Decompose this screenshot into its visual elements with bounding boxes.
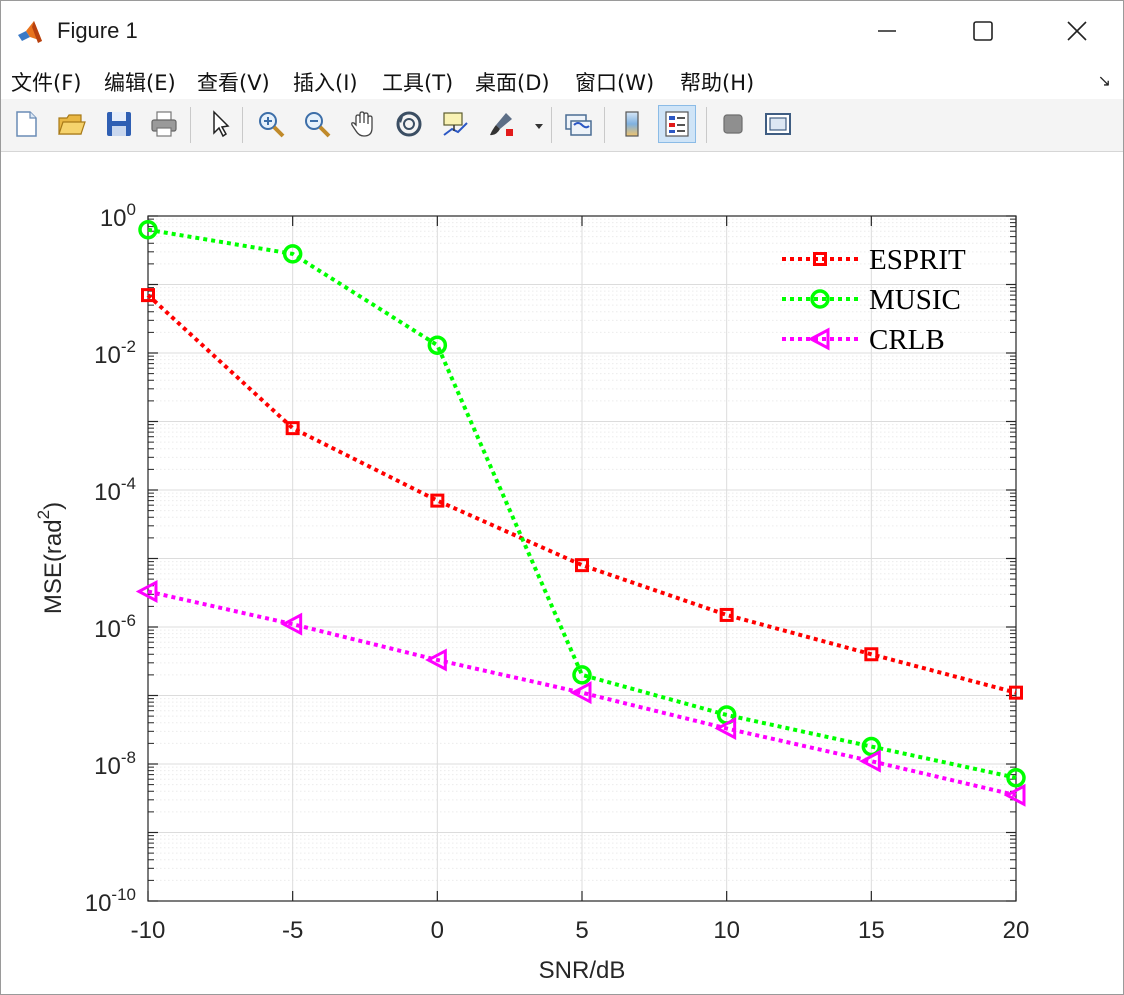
- menu-insert[interactable]: 插入(I): [293, 67, 358, 97]
- pan-button[interactable]: [344, 105, 382, 143]
- x-tick-labels: -10 -5 0 5 10 15 20: [131, 917, 1030, 944]
- x-tick-label: 10: [713, 917, 740, 944]
- menu-file[interactable]: 文件(F): [11, 67, 81, 97]
- legend-label-crlb: CRLB: [869, 324, 945, 356]
- matlab-logo-icon: [16, 19, 44, 45]
- menu-edit[interactable]: 编辑(E): [104, 67, 176, 97]
- legend-icon: [665, 111, 689, 137]
- menu-desktop[interactable]: 桌面(D): [475, 67, 550, 97]
- dock-arrow-icon[interactable]: ↘: [1098, 71, 1111, 91]
- close-button[interactable]: [1031, 1, 1123, 61]
- zoom-in-icon: [259, 112, 285, 138]
- open-icon: [58, 114, 86, 135]
- y-tick-label: 10-4: [94, 474, 136, 506]
- y-tick-label: 10-2: [94, 337, 136, 369]
- toolbar-separator: [551, 107, 552, 143]
- toolbar-separator: [242, 107, 243, 143]
- zoom-out-icon: [305, 112, 331, 138]
- maximize-button[interactable]: [937, 1, 1029, 61]
- y-axis-label: MSE(rad2): [34, 502, 67, 614]
- mse-vs-snr-chart: -10 -5 0 5 10 15 20 100 10-2 10-4 10-6 10-8 10-10 E…: [34, 200, 1030, 984]
- legend-label-music: MUSIC: [869, 284, 961, 316]
- menu-window[interactable]: 窗口(W): [575, 67, 654, 97]
- x-tick-label: -10: [131, 917, 166, 944]
- menu-tools[interactable]: 工具(T): [382, 67, 453, 97]
- hide-plot-tools-button[interactable]: [714, 105, 752, 143]
- rotate-3d-button[interactable]: [390, 105, 428, 143]
- legend-button[interactable]: [658, 105, 696, 143]
- brush-dropdown-icon[interactable]: [533, 119, 545, 131]
- x-tick-label: 15: [858, 917, 885, 944]
- show-plot-tools-icon: [765, 113, 791, 135]
- minimize-icon: [878, 30, 896, 32]
- brush-button[interactable]: [482, 105, 520, 143]
- link-plot-button[interactable]: [559, 105, 597, 143]
- x-tick-label: 0: [431, 917, 444, 944]
- y-tick-label: 100: [100, 200, 136, 232]
- new-figure-icon: [16, 111, 37, 137]
- save-icon: [107, 112, 131, 136]
- figure-window: Figure 1 文件(F) 编辑(E) 查看(V) 插入(I) 工具(T) 桌…: [0, 0, 1124, 995]
- title-bar: Figure 1: [1, 1, 1123, 61]
- legend[interactable]: ESPRIT MUSIC CRLB: [782, 244, 966, 356]
- zoom-out-button[interactable]: [298, 105, 336, 143]
- y-tick-label: 10-10: [85, 885, 136, 917]
- y-tick-labels: 100 10-2 10-4 10-6 10-8 10-10: [85, 200, 136, 917]
- show-plot-tools-button[interactable]: [759, 105, 797, 143]
- y-tick-label: 10-6: [94, 611, 136, 643]
- y-axis-label-close: ): [40, 502, 67, 510]
- rotate-3d-icon: [396, 111, 422, 137]
- pointer-button[interactable]: [200, 105, 238, 143]
- menu-view[interactable]: 查看(V): [197, 67, 270, 97]
- new-figure-button[interactable]: [7, 105, 45, 143]
- minimize-button[interactable]: [841, 1, 933, 61]
- open-button[interactable]: [52, 105, 90, 143]
- menu-bar: 文件(F) 编辑(E) 查看(V) 插入(I) 工具(T) 桌面(D) 窗口(W…: [1, 61, 1123, 99]
- y-tick-label: 10-8: [94, 748, 136, 780]
- brush-icon: [490, 113, 513, 136]
- x-tick-label: 20: [1003, 917, 1030, 944]
- save-button[interactable]: [100, 105, 138, 143]
- maximize-icon: [973, 21, 993, 41]
- data-cursor-icon: [443, 112, 468, 136]
- link-plot-icon: [565, 114, 592, 136]
- legend-label-esprit: ESPRIT: [869, 244, 966, 276]
- menu-help[interactable]: 帮助(H): [680, 67, 754, 97]
- toolbar-separator: [190, 107, 191, 143]
- data-cursor-button[interactable]: [436, 105, 474, 143]
- y-axis-label-text: MSE(rad: [40, 519, 67, 614]
- figure-toolbar: [1, 99, 1123, 152]
- figure-canvas: -10 -5 0 5 10 15 20 100 10-2 10-4 10-6 10-8 10-10 E…: [1, 152, 1123, 994]
- pointer-icon: [213, 110, 230, 138]
- window-title: Figure 1: [57, 18, 138, 43]
- y-axis-label-superscript: 2: [34, 510, 53, 519]
- colorbar-button[interactable]: [613, 105, 651, 143]
- colorbar-icon: [625, 111, 639, 137]
- x-axis-label: SNR/dB: [539, 957, 626, 984]
- toolbar-separator: [604, 107, 605, 143]
- zoom-in-button[interactable]: [252, 105, 290, 143]
- x-tick-label: 5: [575, 917, 588, 944]
- close-icon: [1067, 21, 1087, 41]
- print-button[interactable]: [145, 105, 183, 143]
- print-icon: [151, 111, 177, 137]
- toolbar-separator: [706, 107, 707, 143]
- x-tick-label: -5: [282, 917, 303, 944]
- hide-plot-tools-icon: [723, 114, 743, 134]
- pan-icon: [351, 111, 373, 137]
